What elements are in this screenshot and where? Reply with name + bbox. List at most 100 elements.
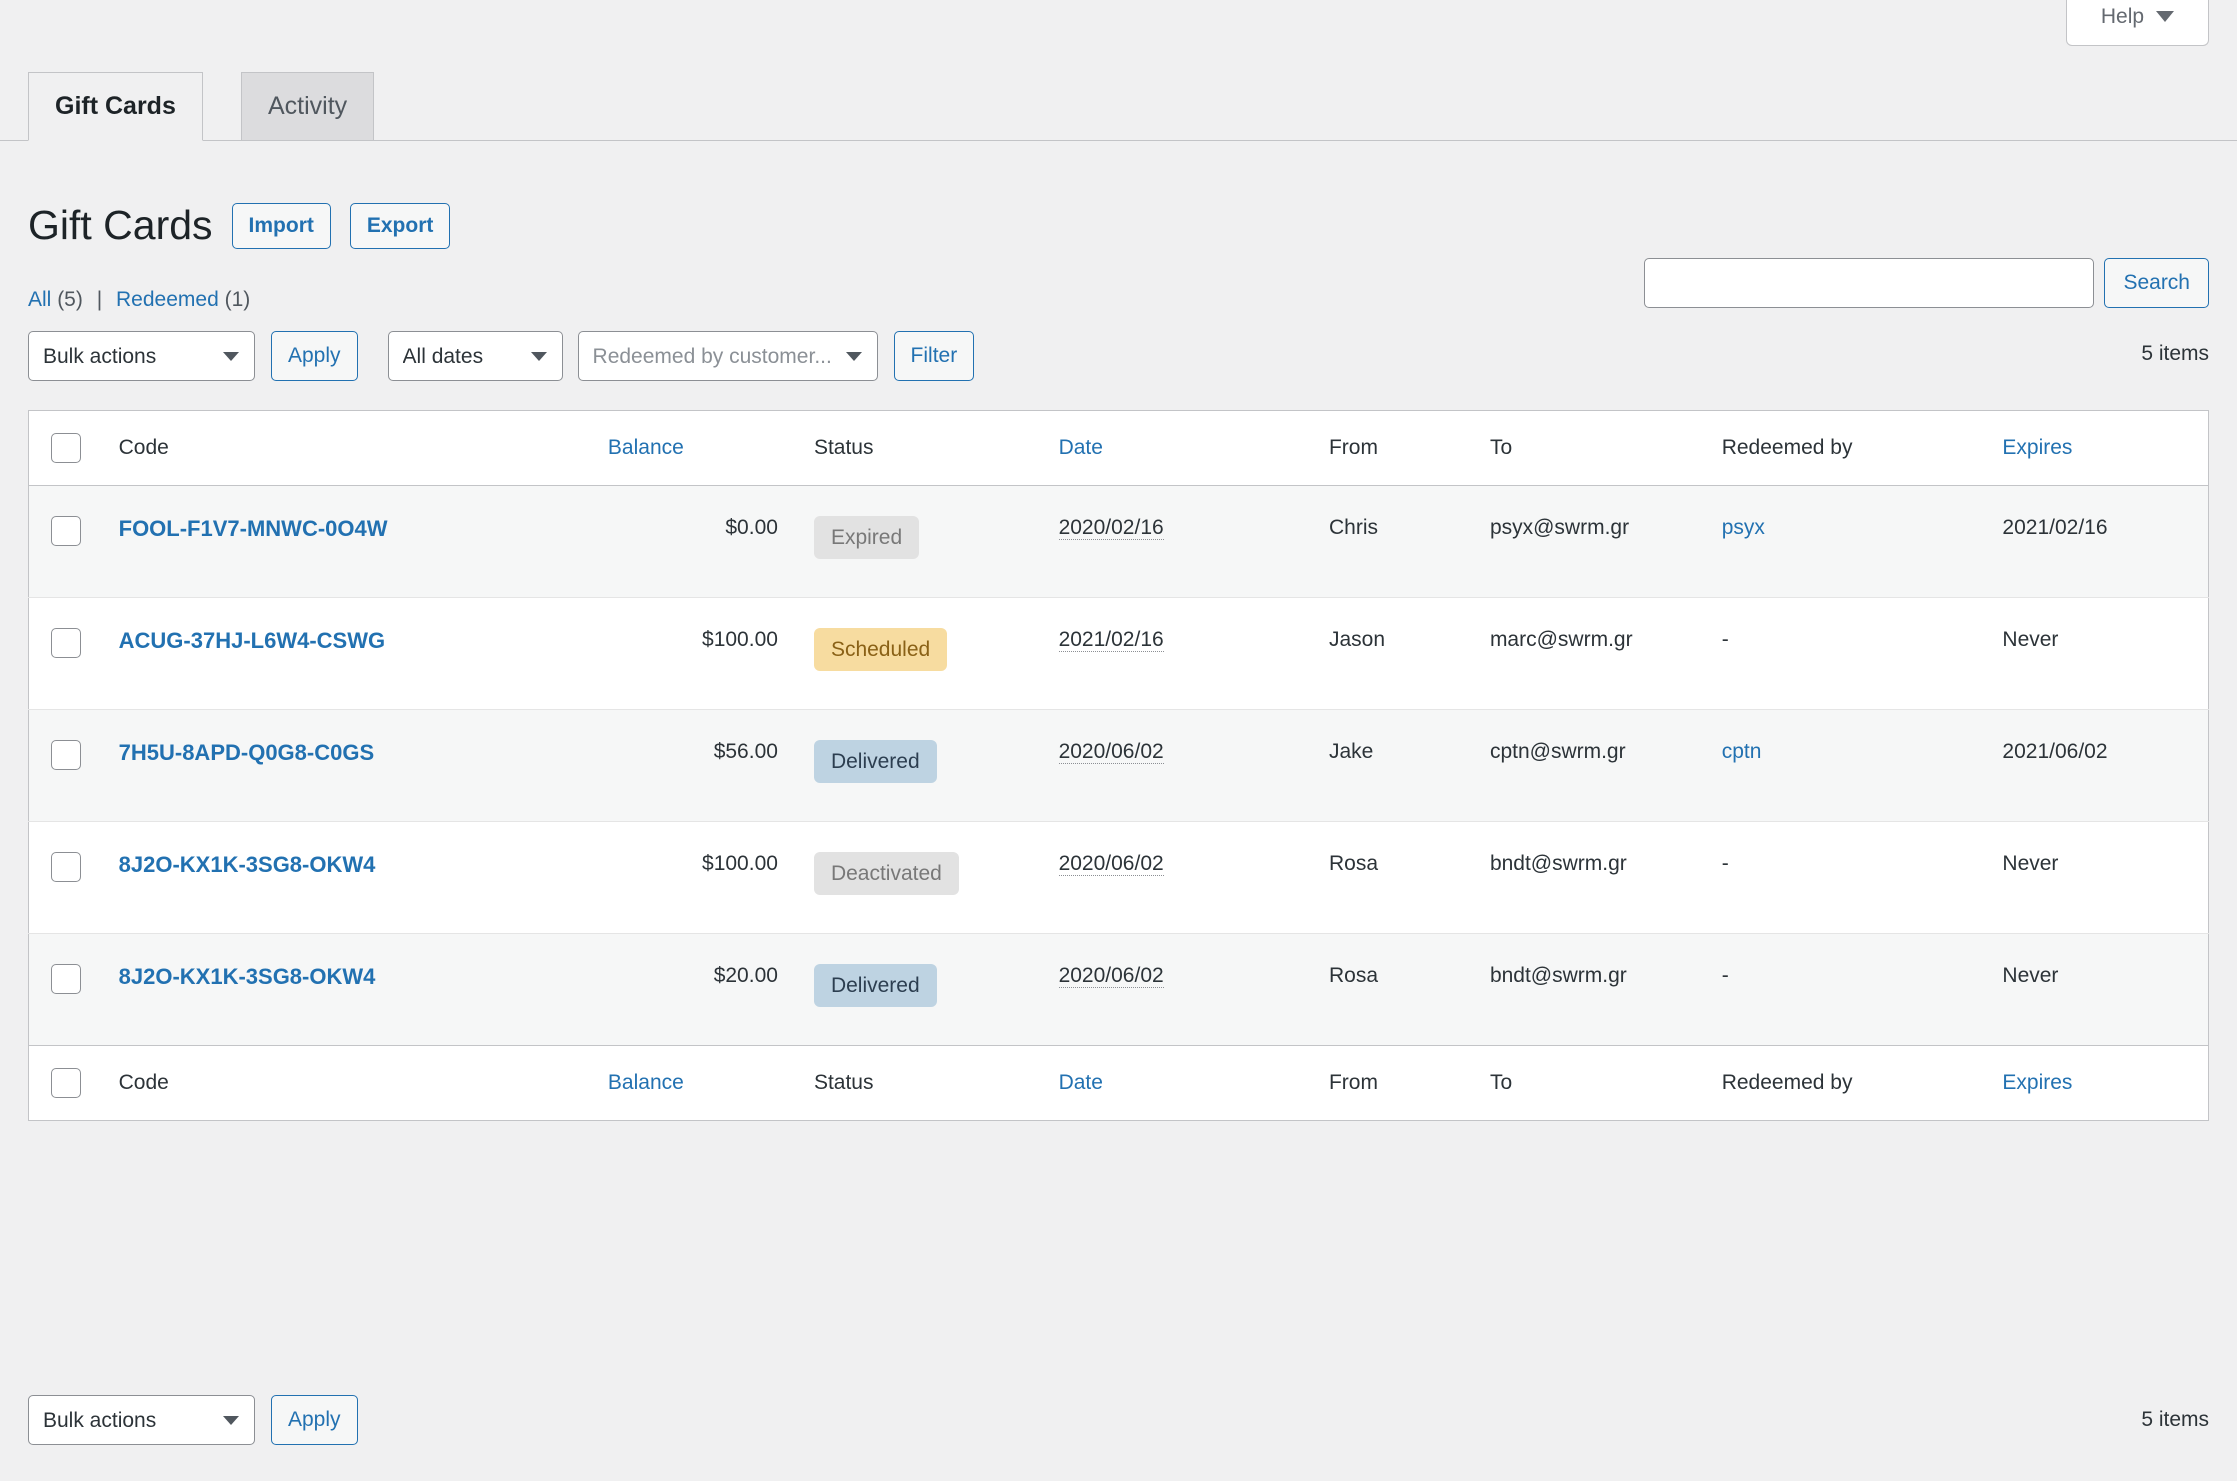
cell-date: 2020/06/02 [1059,822,1329,934]
gift-card-code-link[interactable]: ACUG-37HJ-L6W4-CSWG [119,628,385,653]
export-button[interactable]: Export [350,203,451,248]
customer-filter-select[interactable]: Redeemed by customer... [578,331,878,381]
table-row: 8J2O-KX1K-3SG8-OKW4 $100.00 Deactivated … [29,822,2209,934]
header-from: From [1329,411,1490,486]
cell-balance: $0.00 [608,486,814,598]
cell-balance: $100.00 [608,598,814,710]
header-code: Code [119,411,608,486]
table-head: Code Balance Status Date From To Redeeme… [29,411,2209,486]
search-input[interactable] [1644,258,2094,308]
table-body: FOOL-F1V7-MNWC-0O4W $0.00 Expired 2020/0… [29,486,2209,1046]
cell-redeemed-by: - [1722,934,2003,1046]
header-date[interactable]: Date [1059,411,1329,486]
footer-date-label: Date [1059,1071,1103,1094]
table-footer-row: Code Balance Status Date From To Redeeme… [29,1046,2209,1121]
page-header: Gift Cards Import Export [28,178,450,274]
footer-redeemed-by: Redeemed by [1722,1046,2003,1121]
bulk-actions-select-bottom[interactable]: Bulk actions [28,1395,255,1445]
footer-date[interactable]: Date [1059,1046,1329,1121]
footer-balance-label: Balance [608,1071,684,1094]
cell-code: 8J2O-KX1K-3SG8-OKW4 [119,822,608,934]
footer-code: Code [119,1046,608,1121]
row-checkbox[interactable] [51,740,81,770]
tab-activity-label: Activity [268,92,347,121]
search-area: Search [1644,258,2209,308]
cell-status: Expired [814,486,1059,598]
help-button[interactable]: Help [2066,0,2209,46]
header-expires-label: Expires [2002,436,2072,459]
gift-card-code-link[interactable]: 8J2O-KX1K-3SG8-OKW4 [119,964,376,989]
view-link-all[interactable]: All [28,288,51,311]
header-balance-label: Balance [608,436,684,459]
cell-status: Delivered [814,934,1059,1046]
search-button[interactable]: Search [2104,258,2209,308]
cell-to: bndt@swrm.gr [1490,822,1722,934]
cell-code: 7H5U-8APD-Q0G8-C0GS [119,710,608,822]
header-expires[interactable]: Expires [2002,411,2208,486]
view-separator: | [97,288,102,311]
row-checkbox-cell [29,934,119,1046]
row-checkbox[interactable] [51,628,81,658]
table-foot: Code Balance Status Date From To Redeeme… [29,1046,2209,1121]
row-checkbox-cell [29,710,119,822]
table-row: FOOL-F1V7-MNWC-0O4W $0.00 Expired 2020/0… [29,486,2209,598]
select-all-footer [29,1046,119,1121]
items-count-top: 5 items [2141,342,2209,366]
import-button[interactable]: Import [232,203,331,248]
apply-button-bottom[interactable]: Apply [271,1395,358,1445]
cell-redeemed-by: psyx [1722,486,2003,598]
cell-to: psyx@swrm.gr [1490,486,1722,598]
select-all-header [29,411,119,486]
cell-from: Jason [1329,598,1490,710]
footer-to: To [1490,1046,1722,1121]
row-checkbox-cell [29,598,119,710]
tab-activity[interactable]: Activity [241,72,374,141]
tab-gift-cards[interactable]: Gift Cards [28,72,203,141]
select-all-checkbox-bottom[interactable] [51,1068,81,1098]
cell-status: Scheduled [814,598,1059,710]
redeemed-by-link[interactable]: cptn [1722,740,1762,763]
row-checkbox[interactable] [51,964,81,994]
table-row: ACUG-37HJ-L6W4-CSWG $100.00 Scheduled 20… [29,598,2209,710]
footer-from: From [1329,1046,1490,1121]
cell-balance: $100.00 [608,822,814,934]
select-all-checkbox-top[interactable] [51,433,81,463]
header-balance[interactable]: Balance [608,411,814,486]
cell-balance: $20.00 [608,934,814,1046]
cell-date: 2020/06/02 [1059,934,1329,1046]
customer-filter-select-wrap: Redeemed by customer... [578,331,878,381]
cell-redeemed-by: - [1722,822,2003,934]
row-checkbox[interactable] [51,852,81,882]
help-label: Help [2101,5,2144,29]
items-count-bottom: 5 items [2141,1408,2209,1432]
bulk-actions-select-top[interactable]: Bulk actions [28,331,255,381]
status-badge: Delivered [814,740,937,783]
view-link-redeemed[interactable]: Redeemed [116,288,219,311]
header-status: Status [814,411,1059,486]
tab-bar: Gift Cards Activity [0,72,2237,141]
footer-expires-label: Expires [2002,1071,2072,1094]
apply-button-top[interactable]: Apply [271,331,358,381]
cell-expires: Never [2002,598,2208,710]
cell-expires: 2021/02/16 [2002,486,2208,598]
cell-redeemed-by: cptn [1722,710,2003,822]
cell-from: Rosa [1329,934,1490,1046]
view-count-all: (5) [57,288,83,311]
status-badge: Scheduled [814,628,947,671]
filter-button[interactable]: Filter [894,331,975,381]
redeemed-by-link[interactable]: psyx [1722,516,1765,539]
footer-balance[interactable]: Balance [608,1046,814,1121]
gift-cards-table: Code Balance Status Date From To Redeeme… [28,410,2209,1121]
cell-code: FOOL-F1V7-MNWC-0O4W [119,486,608,598]
cell-from: Chris [1329,486,1490,598]
cell-balance: $56.00 [608,710,814,822]
row-checkbox[interactable] [51,516,81,546]
date-filter-select[interactable]: All dates [388,331,563,381]
gift-card-code-link[interactable]: FOOL-F1V7-MNWC-0O4W [119,516,388,541]
footer-status: Status [814,1046,1059,1121]
tab-gift-cards-label: Gift Cards [55,92,176,121]
gift-card-code-link[interactable]: 8J2O-KX1K-3SG8-OKW4 [119,852,376,877]
cell-date: 2020/02/16 [1059,486,1329,598]
gift-card-code-link[interactable]: 7H5U-8APD-Q0G8-C0GS [119,740,375,765]
footer-expires[interactable]: Expires [2002,1046,2208,1121]
